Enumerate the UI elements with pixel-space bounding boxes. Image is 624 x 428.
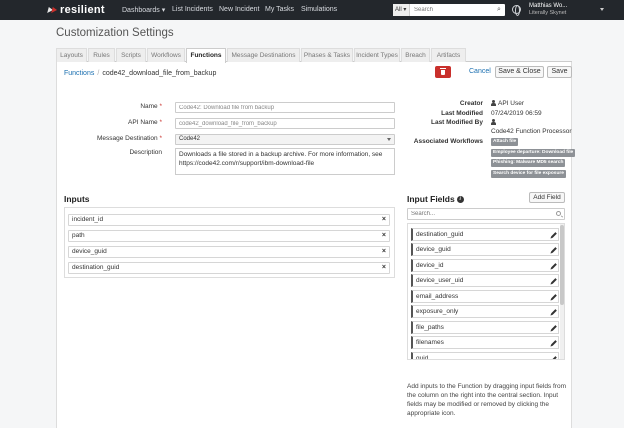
pencil-icon[interactable] [551,294,557,300]
input-field-item[interactable]: device_user_uid [411,274,559,287]
tab-phases-tasks[interactable]: Phases & Tasks [301,48,353,62]
message-destination-label: Message Destination * [96,135,162,142]
search-icon[interactable]: ⌕ [493,4,505,16]
remove-icon[interactable]: × [382,231,386,241]
dropdown-arrow-icon [387,138,391,141]
save-button[interactable]: Save [547,66,572,78]
message-destination-select[interactable]: Code42 [175,134,395,145]
logo-text: resilient [60,4,105,16]
input-field-item[interactable]: guid [411,352,559,359]
api-name-field[interactable] [175,118,395,129]
add-field-button[interactable]: Add Field [529,192,565,203]
person-icon [491,100,496,106]
globe-icon[interactable] [512,5,521,16]
last-modified-label: Last Modified [441,110,483,117]
user-menu[interactable]: Matthias Wo... Literally Skynet [529,3,567,17]
global-search: All ▾ ⌕ [393,4,505,16]
associated-workflows-label: Associated Workflows [413,138,483,145]
nav-dashboards[interactable]: Dashboards ▾ [122,6,165,14]
cancel-button[interactable]: Cancel [469,68,491,75]
breadcrumb: Functions / code42_download_file_from_back… [64,70,216,77]
creator-label: Creator [459,100,483,107]
input-row[interactable]: device_guid × [68,246,390,258]
search-icon [556,211,561,216]
scrollbar-thumb[interactable] [560,225,564,305]
message-destination-value: Code42 [179,136,201,142]
nav-my-tasks[interactable]: My Tasks [265,6,294,13]
api-name-label: API Name * [128,119,162,126]
workflow-badge[interactable]: Attach file [491,138,519,146]
top-nav-bar: resilient Dashboards ▾ List Incidents Ne… [0,0,624,20]
tab-functions[interactable]: Functions [186,48,226,63]
input-field-item[interactable]: email_address [411,290,559,303]
pencil-icon[interactable] [551,263,557,269]
remove-icon[interactable]: × [382,215,386,225]
settings-tabs: Layouts Rules Scripts Workflows Function… [56,48,572,63]
tab-artifacts[interactable]: Artifacts [431,48,466,62]
remove-icon[interactable]: × [382,263,386,273]
breadcrumb-separator: / [97,70,100,77]
nav-new-incident[interactable]: New Incident [219,6,259,13]
user-name: Matthias Wo... [529,3,568,9]
input-fields-list: destination_guid device_guid device_id d… [407,223,565,360]
description-line-1: Downloads a file stored in a backup arch… [179,151,383,158]
input-field-item[interactable]: exposure_only [411,305,559,318]
inputs-title: Inputs [64,194,90,204]
tab-message-destinations[interactable]: Message Destinations [227,48,300,62]
input-field-item[interactable]: destination_guid [411,228,559,241]
pencil-icon[interactable] [551,278,557,284]
chevron-down-icon[interactable] [600,8,604,11]
last-modified-by-label: Last Modified By [430,119,483,126]
page-title: Customization Settings [56,27,174,39]
save-close-button[interactable]: Save & Close [495,66,544,78]
workflow-badge[interactable]: Employee departure: Download file [491,149,576,157]
delete-button[interactable] [435,66,451,78]
tab-breach[interactable]: Breach [401,48,430,62]
pencil-icon[interactable] [551,325,557,331]
description-label: Description [129,149,162,156]
pencil-icon[interactable] [551,356,557,359]
input-field-item[interactable]: device_guid [411,243,559,256]
input-row[interactable]: destination_guid × [68,262,390,274]
nav-simulations[interactable]: Simulations [301,6,337,13]
input-fields-title: Input Fields i [407,194,464,204]
nav-list-incidents[interactable]: List Incidents [172,6,213,13]
tab-layouts[interactable]: Layouts [56,48,87,62]
last-modified-by-value: Code42 Function Processor [491,128,572,135]
name-label: Name * [140,103,162,110]
input-row[interactable]: incident_id × [68,214,390,226]
pencil-icon[interactable] [551,340,557,346]
last-modified-value: 07/24/2019 06:59 [491,110,542,117]
pencil-icon[interactable] [551,247,557,253]
input-fields-help: Add inputs to the Function by dragging i… [407,383,566,417]
input-row[interactable]: path × [68,230,390,242]
remove-icon[interactable]: × [382,247,386,257]
input-field-item[interactable]: filenames [411,336,559,349]
description-field[interactable]: Downloads a file stored in a backup arch… [175,148,395,175]
input-fields-search[interactable] [407,208,565,220]
tab-rules[interactable]: Rules [88,48,115,62]
tab-incident-types[interactable]: Incident Types [354,48,400,62]
resilient-logo[interactable]: resilient [48,4,105,16]
user-org: Literally Skynet [529,10,567,16]
breadcrumb-functions-link[interactable]: Functions [64,70,94,77]
global-search-input[interactable] [410,4,493,16]
search-scope-select[interactable]: All ▾ [393,4,410,16]
person-icon [491,119,496,125]
tab-workflows[interactable]: Workflows [147,48,185,62]
input-field-item[interactable]: device_id [411,259,559,272]
workflow-badge[interactable]: Phishing: Malware MD5 search [491,159,566,167]
tab-scripts[interactable]: Scripts [116,48,146,62]
pencil-icon[interactable] [551,232,557,238]
workflow-badge[interactable]: Search device for file exposure [491,170,566,178]
logo-mark-icon [48,6,58,15]
description-line-2: https://code42.com/r/support/ibm-downloa… [179,159,315,167]
breadcrumb-current: code42_download_file_from_backup [102,70,217,77]
name-field[interactable] [175,102,395,113]
pencil-icon[interactable] [551,309,557,315]
creator-value: API User [491,100,524,107]
info-icon[interactable]: i [456,195,464,203]
last-modified-by-icon [491,119,498,126]
input-field-item[interactable]: file_paths [411,321,559,334]
